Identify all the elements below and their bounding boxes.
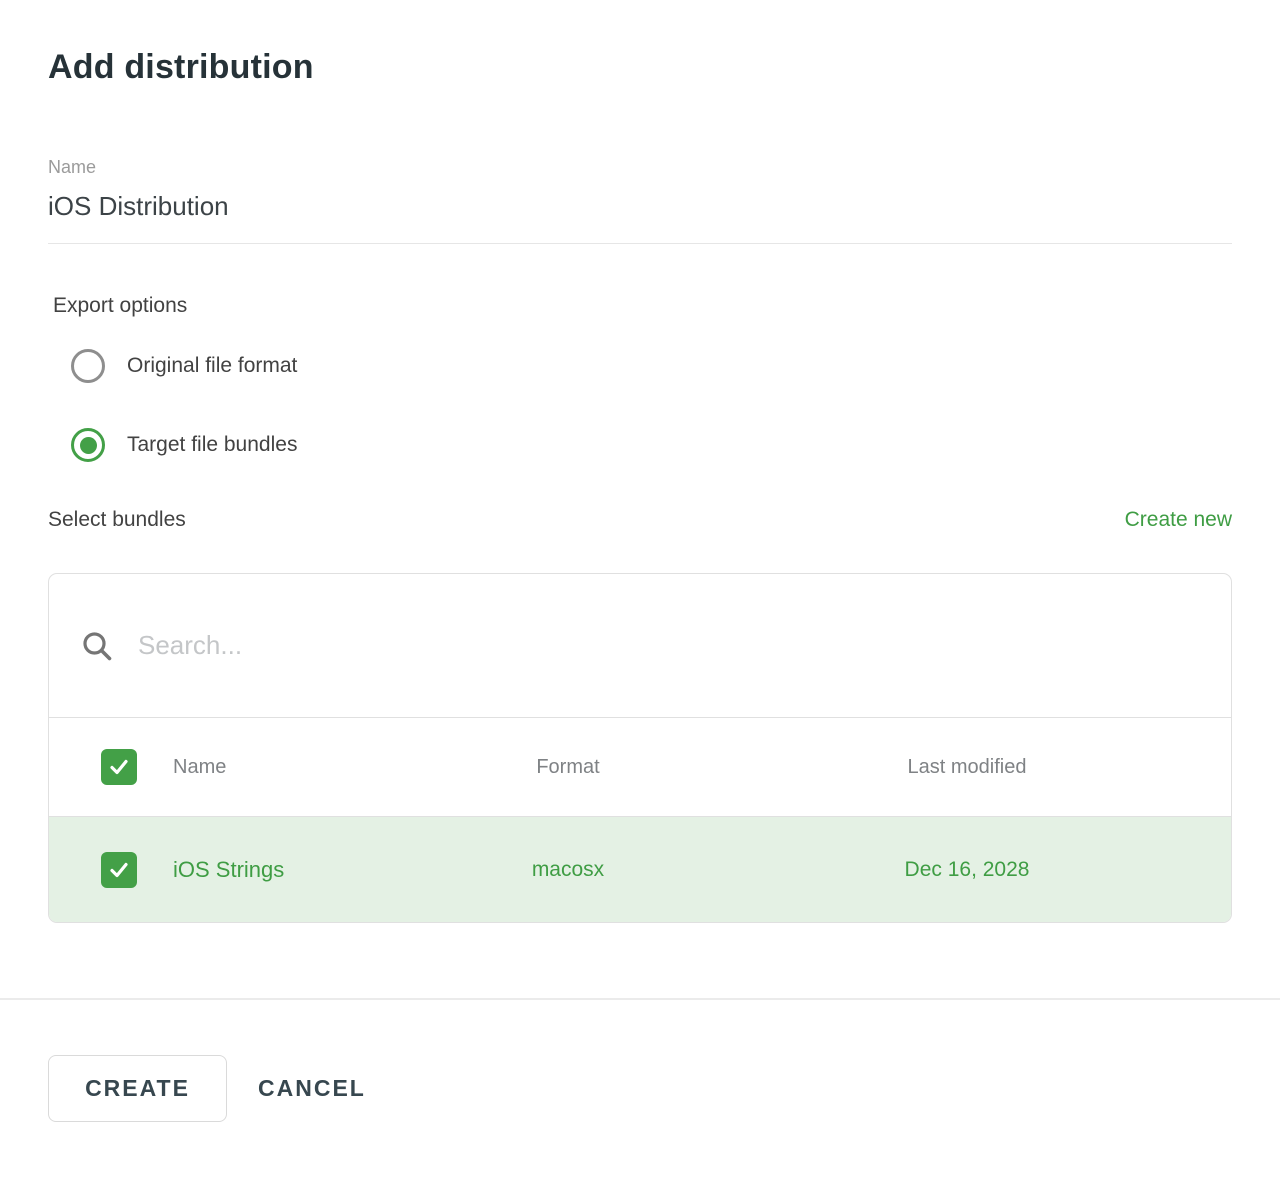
header-checkbox-cell xyxy=(49,749,173,785)
row-format: macosx xyxy=(433,858,703,882)
add-distribution-dialog: Add distribution Name iOS Distribution E… xyxy=(0,48,1280,923)
radio-label: Original file format xyxy=(127,354,297,378)
radio-label: Target file bundles xyxy=(127,433,297,457)
column-header-name: Name xyxy=(173,756,433,779)
row-checkbox-cell xyxy=(49,852,173,888)
search-bar[interactable] xyxy=(49,574,1231,718)
select-bundles-header: Select bundles Create new xyxy=(48,508,1232,532)
create-new-link[interactable]: Create new xyxy=(1125,508,1232,532)
bundles-panel: Name Format Last modified iOS Strings ma… xyxy=(48,573,1232,923)
select-all-checkbox[interactable] xyxy=(101,749,137,785)
page-title: Add distribution xyxy=(48,48,1232,87)
checkmark-icon xyxy=(107,755,131,779)
create-button[interactable]: CREATE xyxy=(48,1055,227,1122)
name-field-value[interactable]: iOS Distribution xyxy=(48,191,1232,244)
row-name: iOS Strings xyxy=(173,857,433,883)
radio-target-file-bundles[interactable]: Target file bundles xyxy=(71,428,1232,462)
radio-button-icon[interactable] xyxy=(71,349,105,383)
search-input[interactable] xyxy=(138,630,1207,661)
name-field-label: Name xyxy=(48,157,1232,178)
radio-button-icon[interactable] xyxy=(71,428,105,462)
dialog-actions: CREATE CANCEL xyxy=(48,1055,1232,1122)
table-header-row: Name Format Last modified xyxy=(49,718,1231,817)
footer-divider xyxy=(0,998,1280,1000)
column-header-format: Format xyxy=(433,756,703,779)
row-checkbox[interactable] xyxy=(101,852,137,888)
column-header-last-modified: Last modified xyxy=(703,756,1231,779)
cancel-button[interactable]: CANCEL xyxy=(258,1075,366,1102)
export-options-label: Export options xyxy=(53,294,1232,318)
row-last-modified: Dec 16, 2028 xyxy=(703,858,1231,882)
name-field[interactable]: Name iOS Distribution xyxy=(48,157,1232,244)
search-icon xyxy=(80,629,114,663)
table-row[interactable]: iOS Strings macosx Dec 16, 2028 xyxy=(49,817,1231,922)
select-bundles-label: Select bundles xyxy=(48,508,186,532)
radio-original-file-format[interactable]: Original file format xyxy=(71,349,1232,383)
checkmark-icon xyxy=(107,858,131,882)
